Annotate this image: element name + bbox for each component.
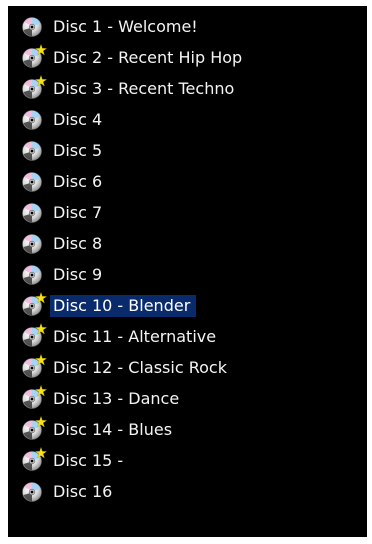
- cd-disc-icon: [22, 446, 47, 471]
- disc-item-2[interactable]: Disc 2 - Recent Hip Hop: [22, 42, 367, 73]
- disc-label: Disc 13 - Dance: [53, 388, 180, 408]
- disc-label: Disc 6: [53, 171, 103, 191]
- disc-list: Disc 1 - Welcome! Disc 2 - Recent Hip Ho…: [22, 11, 367, 507]
- disc-label: Disc 14 - Blues: [53, 419, 173, 439]
- cd-disc-icon: [22, 109, 42, 130]
- disc-label: Disc 16: [53, 481, 113, 501]
- cd-disc-icon: [22, 415, 47, 440]
- new-star-icon: [35, 74, 47, 87]
- disc-item-12[interactable]: Disc 12 - Classic Rock: [22, 352, 367, 383]
- new-star-icon: [35, 446, 47, 459]
- cd-disc-icon: [22, 353, 47, 378]
- disc-item-10[interactable]: Disc 10 - Blender: [22, 290, 367, 321]
- disc-item-5[interactable]: Disc 5: [22, 135, 367, 166]
- disc-item-9[interactable]: Disc 9: [22, 259, 367, 290]
- disc-label: Disc 10 - Blender: [50, 294, 197, 317]
- disc-label: Disc 2 - Recent Hip Hop: [53, 47, 243, 67]
- new-star-icon: [35, 384, 47, 397]
- cd-disc-icon: [22, 264, 42, 285]
- new-star-icon: [35, 322, 47, 335]
- disc-item-15[interactable]: Disc 15 -: [22, 445, 367, 476]
- disc-item-8[interactable]: Disc 8: [22, 228, 367, 259]
- disc-label: Disc 8: [53, 233, 103, 253]
- new-star-icon: [35, 291, 47, 304]
- disc-item-11[interactable]: Disc 11 - Alternative: [22, 321, 367, 352]
- disc-label: Disc 1 - Welcome!: [53, 16, 198, 36]
- disc-item-3[interactable]: Disc 3 - Recent Techno: [22, 73, 367, 104]
- cd-disc-icon: [22, 140, 42, 161]
- disc-item-4[interactable]: Disc 4: [22, 104, 367, 135]
- new-star-icon: [35, 415, 47, 428]
- disc-label: Disc 4: [53, 109, 103, 129]
- disc-label: Disc 3 - Recent Techno: [53, 78, 235, 98]
- disc-item-13[interactable]: Disc 13 - Dance: [22, 383, 367, 414]
- disc-label: Disc 12 - Classic Rock: [53, 357, 227, 377]
- disc-item-16[interactable]: Disc 16: [22, 476, 367, 507]
- disc-label: Disc 15 -: [53, 450, 124, 470]
- disc-item-14[interactable]: Disc 14 - Blues: [22, 414, 367, 445]
- cd-disc-icon: [22, 16, 42, 37]
- cd-disc-icon: [22, 74, 47, 99]
- new-star-icon: [35, 353, 47, 366]
- disc-item-7[interactable]: Disc 7: [22, 197, 367, 228]
- disc-label: Disc 5: [53, 140, 103, 160]
- disc-label: Disc 11 - Alternative: [53, 326, 217, 346]
- cd-disc-icon: [22, 43, 47, 68]
- cd-disc-icon: [22, 291, 47, 316]
- cd-disc-icon: [22, 202, 42, 223]
- cd-disc-icon: [22, 171, 42, 192]
- disc-label: Disc 7: [53, 202, 103, 222]
- cd-disc-icon: [22, 481, 42, 502]
- cd-disc-icon: [22, 233, 42, 254]
- disc-list-panel: Disc 1 - Welcome! Disc 2 - Recent Hip Ho…: [8, 6, 367, 537]
- disc-item-1[interactable]: Disc 1 - Welcome!: [22, 11, 367, 42]
- disc-item-6[interactable]: Disc 6: [22, 166, 367, 197]
- cd-disc-icon: [22, 384, 47, 409]
- cd-disc-icon: [22, 322, 47, 347]
- new-star-icon: [35, 43, 47, 56]
- disc-label: Disc 9: [53, 264, 103, 284]
